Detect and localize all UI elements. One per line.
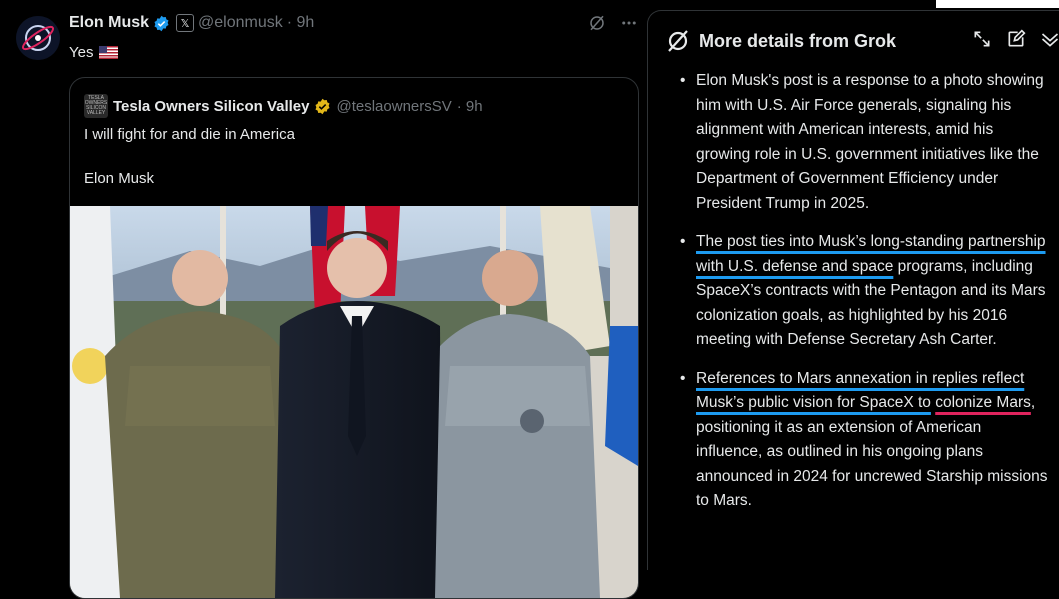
chevron-down-icon[interactable] [1040,29,1059,49]
expand-icon[interactable] [972,29,992,49]
author-handle[interactable]: @elonmusk [198,14,283,32]
grok-icon[interactable] [588,14,606,32]
post-actions [588,14,638,32]
post-text-body: Yes [69,44,94,61]
quoted-post[interactable]: TESLA OWNERS SILICON VALLEY Tesla Owners… [69,77,639,599]
us-flag-icon [99,46,119,59]
verified-badge-icon [314,98,331,115]
grok-header: More details from Grok [666,29,896,53]
verified-badge-icon [153,15,170,32]
grok-bullet-2: The post ties into Musk’s long-standing … [680,230,1050,353]
avatar[interactable] [16,16,60,60]
grok-title: More details from Grok [699,30,897,51]
highlighted-text-red[interactable]: colonize Mars [935,394,1031,411]
bullet-text: Elon Musk's post is a response to a phot… [696,72,1044,212]
grok-bullets: Elon Musk's post is a response to a phot… [680,69,1050,528]
quoted-avatar[interactable]: TESLA OWNERS SILICON VALLEY [84,94,108,118]
grok-panel: More details from Grok E [647,10,1059,570]
author-name[interactable]: Elon Musk [69,14,149,32]
top-strip [936,0,1059,8]
more-icon[interactable] [620,14,638,32]
grok-bullet-1: Elon Musk's post is a response to a phot… [680,69,1050,216]
quoted-post-text: I will fight for and die in America Elon… [84,124,295,190]
page: Elon Musk 𝕏 @elonmusk · 9h Yes TESLA OWN… [0,0,1059,599]
quoted-post-header: TESLA OWNERS SILICON VALLEY Tesla Owners… [84,94,483,118]
post-header: Elon Musk 𝕏 @elonmusk · 9h [69,14,314,32]
quoted-post-time[interactable]: · 9h [457,98,483,115]
quoted-author-handle[interactable]: @teslaownersSV [336,98,451,115]
quoted-text-line1: I will fight for and die in America [84,126,295,143]
quoted-text-line2: Elon Musk [84,170,155,187]
x-affiliation-badge[interactable]: 𝕏 [176,14,195,32]
compose-icon[interactable] [1006,29,1026,49]
post: Elon Musk 𝕏 @elonmusk · 9h Yes TESLA OWN… [0,0,645,599]
grok-icon [666,29,690,53]
quoted-author-name[interactable]: Tesla Owners Silicon Valley [113,98,309,115]
quoted-photo[interactable] [70,206,638,598]
grok-bullet-3: References to Mars annexation in replies… [680,367,1050,514]
grok-actions [972,29,1059,49]
post-text: Yes [69,44,119,61]
bullet-text: , positioning it as an extension of Amer… [696,394,1048,509]
post-time[interactable]: · 9h [287,14,315,32]
